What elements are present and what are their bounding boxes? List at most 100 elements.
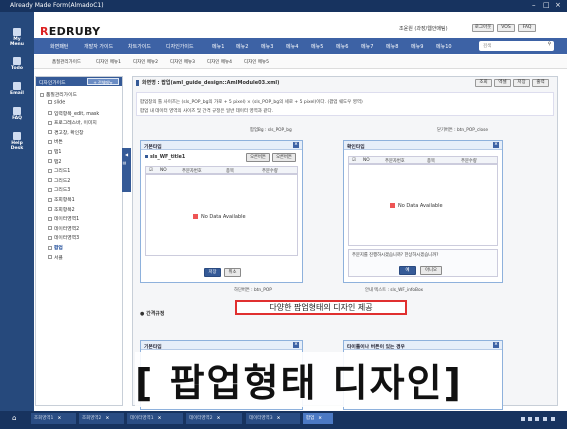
faq-top-button[interactable]: FAQ [518, 24, 536, 32]
tree-item[interactable]: 그리드3 [48, 186, 70, 193]
tree-item[interactable]: 탭1 [48, 148, 61, 155]
search-button[interactable]: 조회 [475, 79, 492, 87]
tile-view-icon[interactable] [535, 417, 539, 421]
tree-item[interactable]: 데이터영역1 [48, 215, 79, 222]
my-menu-button[interactable]: My Menu [0, 28, 34, 47]
nav-item-design-guide[interactable]: 디자인가이드 [166, 43, 194, 50]
page-icon [48, 159, 52, 164]
search-input[interactable]: 검색 ⚲ [479, 41, 554, 51]
subnav-item-design3[interactable]: 디자인 메뉴3 [170, 59, 195, 65]
close-icon[interactable]: × [493, 342, 499, 348]
no-button[interactable]: 아니오 [420, 266, 442, 275]
save-top-button[interactable]: 저장 [513, 79, 530, 87]
grid-view-icon[interactable] [521, 417, 525, 421]
page-icon [48, 178, 52, 183]
taskbar-tab[interactable]: 데이터영역3 × [246, 413, 300, 424]
tree-item[interactable]: 버튼 [48, 138, 63, 145]
description-line2: 팝업 내 데이터 영역의 사이즈 및 간격 규정은 일반 데이터 영역과 같다. [140, 109, 274, 114]
taskbar-tab[interactable]: 데이터영역1 × [127, 413, 183, 424]
nav-item-menu6[interactable]: 메뉴6 [336, 43, 348, 50]
nav-item-menu9[interactable]: 메뉴9 [411, 43, 423, 50]
nav-item-menu2[interactable]: 메뉴2 [236, 43, 248, 50]
subnav-item-design1[interactable]: 디자인 메뉴1 [96, 59, 121, 65]
subnav-item-design5[interactable]: 디자인 메뉴5 [244, 59, 269, 65]
nav-item-menu1[interactable]: 메뉴1 [212, 43, 224, 50]
vos-button[interactable]: VOS [497, 24, 515, 32]
tree-item[interactable]: 프로그레스바, 이미지 [48, 119, 97, 126]
close-icon[interactable]: × [555, 1, 561, 9]
nav-item-menu8[interactable]: 메뉴8 [386, 43, 398, 50]
tree-item[interactable]: slide [48, 100, 65, 106]
print-button[interactable]: 출력 [532, 79, 549, 87]
todo-button[interactable]: Todo [0, 57, 34, 71]
page-icon [48, 100, 52, 104]
save-button[interactable]: 저장 [204, 268, 221, 277]
tree-item-label: 그리드2 [54, 178, 71, 184]
search-icon[interactable]: ⚲ [548, 42, 551, 47]
minimize-icon[interactable]: – [532, 1, 536, 9]
nav-item-chart-guide[interactable]: 차트가이드 [128, 43, 151, 50]
close-icon[interactable]: × [217, 416, 221, 421]
subnav-item-design4[interactable]: 디자인 메뉴4 [207, 59, 232, 65]
sidebar-collapse-handle[interactable]: ◀ ▤ [122, 148, 131, 192]
tree-item-label: 그리드1 [54, 169, 71, 175]
tree-item[interactable]: 경고창, 확인창 [48, 129, 84, 136]
tree-item[interactable]: 그리드2 [48, 177, 70, 184]
nav-item-menu7[interactable]: 메뉴7 [361, 43, 373, 50]
nav-item-dev-guide[interactable]: 개발자 가이드 [84, 43, 113, 50]
right-button-2[interactable]: 오른버튼 [272, 153, 296, 162]
settings-icon[interactable] [551, 417, 555, 421]
helpdesk-button[interactable]: Help Desk [0, 132, 34, 151]
yes-button[interactable]: 예 [399, 266, 416, 275]
close-icon[interactable]: × [277, 416, 281, 421]
tree-item[interactable]: 그리드1 [48, 167, 70, 174]
logout-button[interactable]: 로그아웃 [472, 24, 494, 32]
popup-titled-header: 타이틀이나 버튼이 있는 경우 × [344, 341, 502, 350]
grid-title: sls_WF_title1 [145, 155, 185, 160]
window-titlebar: Already Made Form(AlmadoC1) – □ × [0, 0, 567, 12]
list-view-icon[interactable] [528, 417, 532, 421]
subnav-item-design2[interactable]: 디자인 메뉴2 [133, 59, 158, 65]
taskbar-tab[interactable]: 조회영역1 × [31, 413, 76, 424]
tree-item[interactable]: 데이터영역2 [48, 225, 79, 232]
tree-item[interactable]: 데이터영역3 [48, 234, 79, 241]
home-icon[interactable]: ⌂ [12, 414, 16, 422]
checkbox-icon[interactable]: ☑ [149, 168, 153, 173]
nav-item-menu10[interactable]: 메뉴10 [436, 43, 452, 50]
all-menu-button[interactable]: + 전체메뉴 [87, 78, 119, 85]
tree-item[interactable]: 조회항목1 [48, 196, 75, 203]
tree-item-label: 버튼 [54, 140, 63, 146]
nav-item-menu4[interactable]: 메뉴4 [286, 43, 298, 50]
checkbox-icon[interactable]: ☑ [352, 158, 356, 163]
maximize-icon[interactable]: □ [543, 1, 550, 9]
right-button-1[interactable]: 오른버튼 [246, 153, 270, 162]
excel-button[interactable]: 엑셀 [494, 79, 511, 87]
taskbar-tab[interactable]: 데이터영역2 × [186, 413, 242, 424]
close-icon[interactable]: × [105, 416, 109, 421]
tree-item[interactable]: 조회항목2 [48, 206, 75, 213]
tree-item[interactable]: 서클 [48, 254, 63, 261]
close-all-icon[interactable] [543, 417, 547, 421]
tree-item[interactable]: 입력항목_edit, mask [48, 110, 99, 117]
popup-basic-title: 기본타입 [144, 145, 162, 150]
close-icon[interactable]: × [158, 416, 162, 421]
nav-item-pattern[interactable]: 화면패턴 [50, 43, 68, 50]
subnav-item-quality[interactable]: 품질관리가이드 [52, 59, 81, 65]
close-icon[interactable]: × [493, 142, 499, 148]
close-icon[interactable]: × [293, 342, 299, 348]
faq-button[interactable]: FAQ [0, 107, 34, 121]
tree-root[interactable]: 품질관리가이드 [40, 91, 77, 98]
cancel-button[interactable]: 취소 [224, 268, 241, 277]
nav-item-menu5[interactable]: 메뉴5 [311, 43, 323, 50]
taskbar-tab[interactable]: 조회영역2 × [79, 413, 124, 424]
email-button[interactable]: Email [0, 82, 34, 96]
taskbar-tab[interactable]: 팝업 × [303, 413, 333, 424]
bg-label: 팝업Bg : sls_POP_bg [250, 128, 292, 133]
close-icon[interactable]: × [318, 416, 322, 421]
close-icon[interactable]: × [57, 416, 61, 421]
nav-item-menu3[interactable]: 메뉴3 [261, 43, 273, 50]
todo-label: Todo [11, 66, 23, 71]
tree-item[interactable]: 팝업 [48, 244, 63, 251]
tree-item[interactable]: 탭2 [48, 158, 61, 165]
close-icon[interactable]: × [293, 142, 299, 148]
